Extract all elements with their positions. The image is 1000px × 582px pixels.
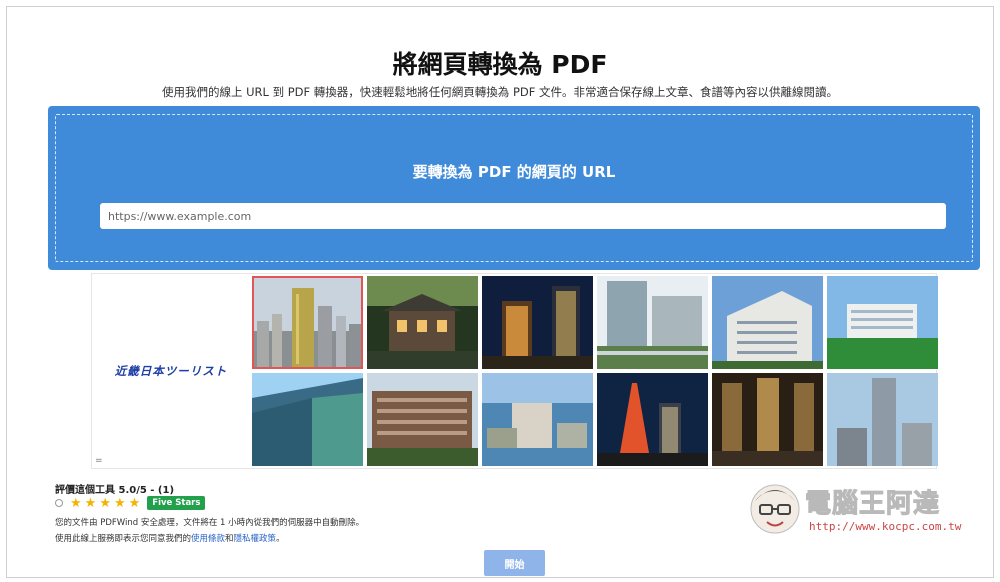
brand-logo-text: 近畿日本ツーリスト: [114, 364, 228, 378]
url-dropzone: 要轉換為 PDF 的網頁的 URL: [48, 106, 980, 270]
ad-banner[interactable]: 近畿日本ツーリスト =: [91, 273, 938, 469]
privacy-policy-link[interactable]: 隱私權政策: [234, 534, 277, 544]
blue-tower-photo[interactable]: [252, 373, 363, 466]
star-icon[interactable]: ★: [129, 497, 141, 510]
mascot-icon: [750, 484, 800, 534]
glass-tower-photo[interactable]: [597, 276, 708, 369]
terms-suffix: 。: [276, 534, 285, 544]
japanese-inn-photo[interactable]: [367, 276, 478, 369]
url-heading: 要轉換為 PDF 的網頁的 URL: [412, 163, 616, 181]
page-title: 將網頁轉換為 PDF: [392, 50, 608, 79]
skyscraper-photo[interactable]: [827, 373, 938, 466]
rating-stars[interactable]: ★ ★ ★ ★ ★ Five Stars: [55, 496, 206, 510]
url-input[interactable]: [100, 203, 946, 229]
browser-frame: 將網頁轉換為 PDF 使用我們的線上 URL 到 PDF 轉換器，快速輕鬆地將任…: [6, 6, 994, 578]
rating-radio[interactable]: [55, 499, 63, 507]
watermark-title: 電腦王阿達: [804, 489, 941, 520]
city-skyline-photo[interactable]: [252, 276, 363, 369]
terms-prefix: 使用此線上服務即表示您同意我們的: [55, 534, 192, 544]
terms-and: 和: [225, 534, 234, 544]
hotel-lobby-photo[interactable]: [712, 373, 823, 466]
page-subtitle: 使用我們的線上 URL 到 PDF 轉換器，快速輕鬆地將任何網頁轉換為 PDF …: [161, 85, 839, 99]
ad-menu-icon[interactable]: =: [95, 456, 103, 466]
terms-of-use-link[interactable]: 使用條款: [191, 534, 225, 544]
hotel-building-photo[interactable]: [712, 276, 823, 369]
brick-hotel-photo[interactable]: [367, 373, 478, 466]
tokyo-tower-night-photo[interactable]: [597, 373, 708, 466]
dropzone-dashed-border: 要轉換為 PDF 的網頁的 URL: [55, 114, 973, 262]
seaside-hotel-photo[interactable]: [827, 276, 938, 369]
five-stars-badge: Five Stars: [147, 496, 206, 510]
watermark-logo: 電腦王阿達 http://www.kocpc.com.tw: [747, 477, 987, 547]
security-note: 您的文件由 PDFWind 安全處理，文件將在 1 小時內從我們的伺服器中自動刪…: [55, 518, 365, 528]
ad-image-grid: [252, 276, 938, 466]
terms-note: 使用此線上服務即表示您同意我們的使用條款和隱私權政策。: [55, 532, 285, 544]
brand-logo[interactable]: 近畿日本ツーリスト: [92, 274, 250, 468]
star-icon[interactable]: ★: [85, 497, 97, 510]
harbor-aerial-photo[interactable]: [482, 373, 593, 466]
star-icon[interactable]: ★: [114, 497, 126, 510]
star-icon[interactable]: ★: [99, 497, 111, 510]
start-button[interactable]: 開始: [484, 550, 545, 576]
night-hotel-photo[interactable]: [482, 276, 593, 369]
rating-label: 評價這個工具 5.0/5 - (1): [55, 485, 175, 496]
watermark-url: http://www.kocpc.com.tw: [809, 520, 962, 533]
star-icon[interactable]: ★: [70, 497, 82, 510]
